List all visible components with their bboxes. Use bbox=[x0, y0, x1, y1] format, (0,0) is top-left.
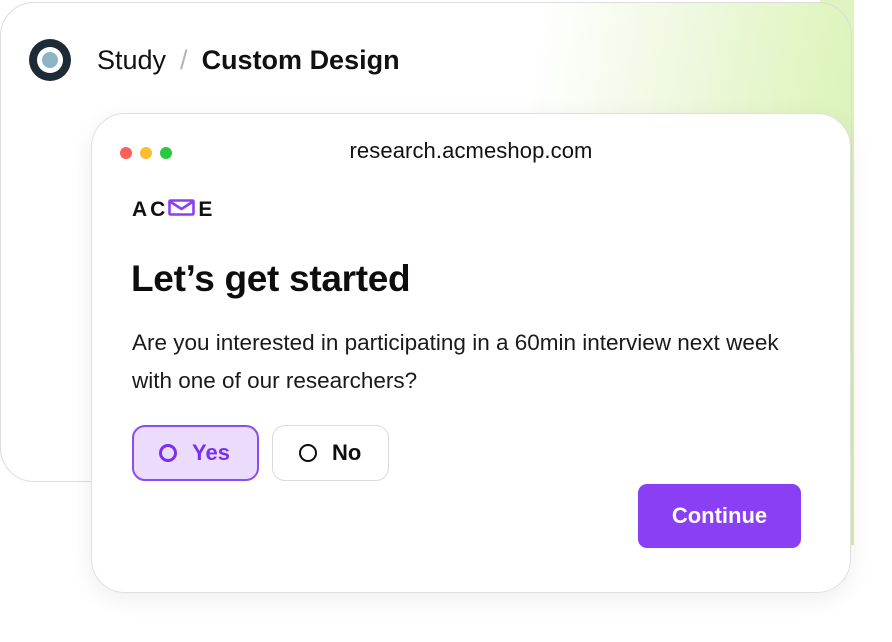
target-icon[interactable] bbox=[29, 39, 71, 81]
browser-window: research.acmeshop.com AC E Let’s get sta… bbox=[91, 113, 851, 593]
radio-unselected-icon bbox=[299, 444, 317, 462]
screen: Study / Custom Design research.acmeshop.… bbox=[0, 0, 892, 642]
option-no[interactable]: No bbox=[272, 425, 389, 481]
continue-button[interactable]: Continue bbox=[638, 484, 801, 548]
acme-logo: AC E bbox=[132, 198, 215, 222]
brand-prefix: AC bbox=[132, 198, 169, 221]
breadcrumb-current: Custom Design bbox=[201, 45, 400, 75]
brand-suffix: E bbox=[198, 198, 216, 221]
page-title: Let’s get started bbox=[131, 258, 411, 299]
question-text: Are you interested in participating in a… bbox=[132, 330, 779, 393]
breadcrumb-separator: / bbox=[180, 45, 188, 75]
envelope-icon bbox=[168, 198, 196, 222]
target-icon-center bbox=[42, 52, 58, 68]
radio-selected-icon bbox=[159, 444, 177, 462]
option-yes-label: Yes bbox=[192, 440, 230, 465]
breadcrumb-root[interactable]: Study bbox=[97, 45, 166, 76]
breadcrumb: Study / Custom Design bbox=[97, 45, 400, 76]
option-yes[interactable]: Yes bbox=[132, 425, 259, 481]
address-bar-url[interactable]: research.acmeshop.com bbox=[92, 138, 850, 164]
option-no-label: No bbox=[332, 440, 362, 465]
target-icon-ring bbox=[37, 47, 63, 73]
